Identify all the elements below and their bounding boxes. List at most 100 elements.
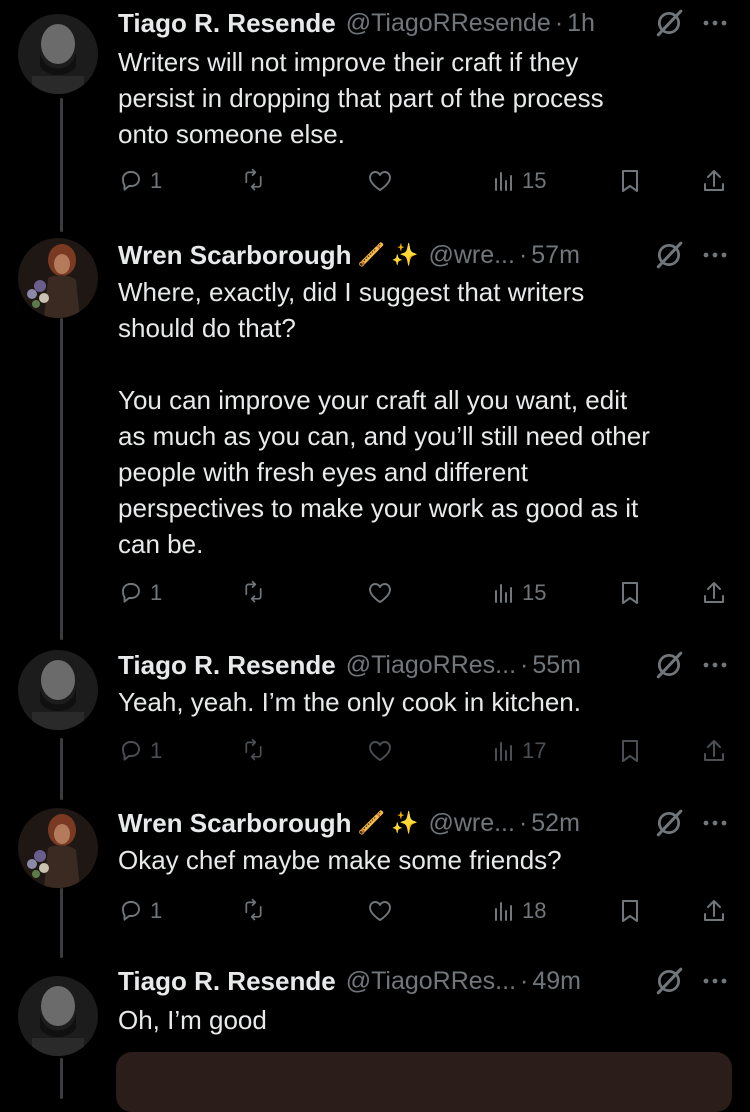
reply-icon bbox=[122, 583, 140, 603]
views-button[interactable]: 17 bbox=[490, 734, 546, 768]
tweet-text: Oh, I’m good bbox=[118, 1005, 267, 1035]
tweet-text: Okay chef maybe make some friends? bbox=[118, 845, 562, 875]
retweet-button[interactable] bbox=[240, 164, 268, 198]
like-icon bbox=[369, 171, 391, 191]
action-bar: 1 18 bbox=[118, 894, 728, 928]
more-icon[interactable] bbox=[698, 966, 732, 996]
like-button[interactable] bbox=[366, 576, 394, 610]
separator: · bbox=[520, 650, 529, 679]
name-emoji: 🪈 ✨ bbox=[357, 810, 419, 835]
media-attachment[interactable] bbox=[116, 1052, 732, 1112]
retweet-button[interactable] bbox=[240, 734, 268, 768]
share-button[interactable] bbox=[700, 894, 728, 928]
reply-button[interactable]: 1 bbox=[118, 164, 162, 198]
reply-count: 1 bbox=[150, 168, 163, 193]
more-icon[interactable] bbox=[698, 240, 732, 270]
more-icon[interactable] bbox=[698, 650, 732, 680]
tweet[interactable]: Wren Scarborough 🪈 ✨ @wre... · 57m Where… bbox=[0, 236, 750, 626]
display-name[interactable]: Tiago R. Resende bbox=[118, 650, 336, 681]
reply-count: 1 bbox=[150, 898, 163, 923]
tweet-text: Yeah, yeah. I’m the only cook in kitchen… bbox=[118, 687, 581, 717]
share-button[interactable] bbox=[700, 734, 728, 768]
bookmark-button[interactable] bbox=[616, 576, 644, 610]
views-button[interactable]: 18 bbox=[490, 894, 546, 928]
tweet[interactable]: Tiago R. Resende @TiagoRResende · 1h Wri… bbox=[0, 4, 750, 210]
share-icon bbox=[704, 582, 724, 603]
user-handle[interactable]: @wre... bbox=[428, 809, 515, 838]
action-bar: 1 15 bbox=[118, 576, 728, 610]
more-icon[interactable] bbox=[698, 8, 732, 38]
timestamp[interactable]: 57m bbox=[531, 241, 580, 270]
action-bar: 1 15 bbox=[118, 164, 728, 198]
tweet-text: Writers will not improve their craft if … bbox=[118, 47, 604, 149]
avatar[interactable] bbox=[18, 808, 98, 888]
display-name[interactable]: Tiago R. Resende bbox=[118, 966, 336, 997]
retweet-icon bbox=[245, 580, 262, 603]
like-button[interactable] bbox=[366, 164, 394, 198]
grok-icon[interactable] bbox=[654, 8, 684, 38]
views-count: 15 bbox=[522, 580, 547, 605]
share-button[interactable] bbox=[700, 164, 728, 198]
retweet-icon bbox=[245, 898, 262, 921]
like-icon bbox=[369, 741, 391, 761]
name-emoji: 🪈 ✨ bbox=[357, 242, 419, 267]
bookmark-icon bbox=[622, 582, 638, 604]
like-button[interactable] bbox=[366, 894, 394, 928]
grok-icon[interactable] bbox=[654, 650, 684, 680]
action-bar: 1 17 bbox=[118, 734, 728, 768]
like-button[interactable] bbox=[366, 734, 394, 768]
timestamp[interactable]: 49m bbox=[532, 967, 581, 996]
like-icon bbox=[369, 583, 391, 603]
views-button[interactable]: 15 bbox=[490, 164, 546, 198]
reply-icon bbox=[122, 171, 140, 191]
tweet[interactable]: Tiago R. Resende @TiagoRRes... · 55m Yea… bbox=[0, 646, 750, 786]
bookmark-icon bbox=[622, 740, 638, 762]
retweet-button[interactable] bbox=[240, 894, 268, 928]
user-handle[interactable]: @TiagoRRes... bbox=[346, 967, 516, 996]
timestamp[interactable]: 52m bbox=[531, 809, 580, 838]
reply-icon bbox=[122, 901, 140, 921]
user-handle[interactable]: @TiagoRResende bbox=[346, 9, 551, 38]
separator: · bbox=[554, 8, 564, 37]
more-icon[interactable] bbox=[698, 808, 732, 838]
user-handle[interactable]: @TiagoRRes... bbox=[346, 651, 516, 680]
reply-button[interactable]: 1 bbox=[118, 576, 162, 610]
reply-icon bbox=[122, 741, 140, 761]
bookmark-button[interactable] bbox=[616, 894, 644, 928]
views-icon bbox=[495, 584, 512, 603]
display-name[interactable]: Wren Scarborough bbox=[118, 808, 352, 839]
share-icon bbox=[704, 740, 724, 761]
timestamp[interactable]: 1h bbox=[567, 9, 595, 38]
share-button[interactable] bbox=[700, 576, 728, 610]
retweet-icon bbox=[245, 168, 262, 191]
views-icon bbox=[495, 902, 512, 921]
retweet-button[interactable] bbox=[240, 576, 268, 610]
separator: · bbox=[518, 808, 528, 837]
tweet[interactable]: Wren Scarborough 🪈 ✨ @wre... · 52m Okay … bbox=[0, 804, 750, 944]
reply-button[interactable]: 1 bbox=[118, 894, 162, 928]
views-count: 18 bbox=[522, 898, 547, 923]
reply-button[interactable]: 1 bbox=[118, 734, 162, 768]
views-count: 15 bbox=[522, 168, 547, 193]
separator: · bbox=[518, 240, 528, 269]
tweet-text: Where, exactly, did I suggest that write… bbox=[118, 277, 650, 559]
bookmark-button[interactable] bbox=[616, 734, 644, 768]
avatar[interactable] bbox=[18, 14, 98, 94]
bookmark-icon bbox=[622, 170, 638, 192]
views-button[interactable]: 15 bbox=[490, 576, 546, 610]
display-name[interactable]: Tiago R. Resende bbox=[118, 8, 336, 39]
grok-icon[interactable] bbox=[654, 808, 684, 838]
separator: · bbox=[520, 966, 529, 995]
grok-icon[interactable] bbox=[654, 240, 684, 270]
bookmark-button[interactable] bbox=[616, 164, 644, 198]
timestamp[interactable]: 55m bbox=[532, 651, 581, 680]
reply-count: 1 bbox=[150, 580, 163, 605]
avatar[interactable] bbox=[18, 650, 98, 730]
avatar[interactable] bbox=[18, 238, 98, 318]
display-name[interactable]: Wren Scarborough bbox=[118, 240, 352, 271]
grok-icon[interactable] bbox=[654, 966, 684, 996]
avatar[interactable] bbox=[18, 976, 98, 1056]
reply-count: 1 bbox=[150, 738, 163, 763]
user-handle[interactable]: @wre... bbox=[428, 241, 515, 270]
views-count: 17 bbox=[522, 738, 547, 763]
